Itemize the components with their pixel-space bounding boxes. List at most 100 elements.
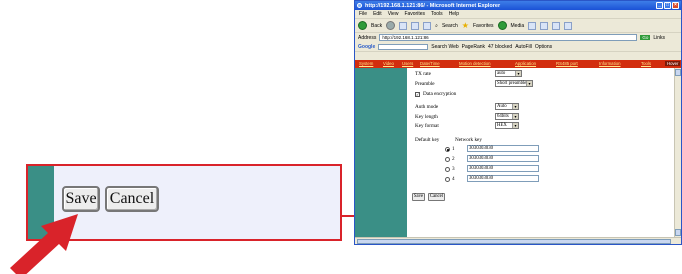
chevron-down-icon: ▾ (512, 114, 518, 119)
key-3-input[interactable]: 3030303030 (467, 165, 539, 172)
tx-rate-value: auto (497, 71, 506, 76)
go-button[interactable]: Go (640, 35, 651, 40)
camera-nav-bar: System Video Users Date/Time Motion dete… (355, 60, 681, 68)
chevron-down-icon: ▾ (512, 123, 518, 128)
mail-icon[interactable] (540, 21, 549, 30)
favorites-label[interactable]: Favorites (473, 23, 494, 29)
media-icon[interactable] (497, 21, 507, 30)
close-icon[interactable]: × (672, 2, 679, 9)
media-label[interactable]: Media (511, 23, 525, 29)
nav-information[interactable]: Information (599, 61, 621, 66)
nav-hover[interactable]: Hover (665, 61, 681, 66)
horizontal-scroll-thumb[interactable] (357, 239, 671, 244)
favorites-icon[interactable]: ★ (462, 21, 469, 30)
options-button[interactable]: Options (535, 44, 552, 50)
key-1-index: 1 (452, 146, 455, 152)
network-key-label: Network key (455, 137, 482, 143)
tx-rate-select[interactable]: auto ▾ (495, 70, 522, 77)
nav-datetime[interactable]: Date/Time (420, 61, 440, 66)
key-4-input[interactable]: 3030303030 (467, 175, 539, 182)
key-format-value: HEX (497, 123, 507, 128)
vertical-scrollbar[interactable] (674, 68, 681, 237)
pointer-arrow-icon (10, 214, 78, 274)
nav-rs485-port[interactable]: RS485 port (556, 61, 578, 66)
preamble-label: Preamble (415, 81, 435, 87)
key-4-index: 4 (452, 176, 455, 182)
key-length-value: 64bits (497, 114, 509, 119)
tx-rate-label: TX rate (415, 71, 431, 77)
nav-tools[interactable]: Tools (641, 61, 651, 66)
home-icon[interactable] (423, 21, 432, 30)
chevron-down-icon: ▾ (512, 104, 518, 109)
key-3-index: 3 (452, 166, 455, 172)
chevron-down-icon: ▾ (515, 71, 521, 76)
auth-mode-value: Auto (497, 104, 507, 109)
google-search-button[interactable]: Search Web (431, 44, 458, 50)
key-1-input[interactable]: 3030303030 (467, 145, 539, 152)
history-icon[interactable] (528, 21, 537, 30)
ie-icon (357, 3, 362, 8)
refresh-icon[interactable] (411, 21, 420, 30)
key-format-select[interactable]: HEX ▾ (495, 122, 519, 129)
menu-view[interactable]: View (388, 11, 399, 17)
key-format-label: Key format (415, 123, 439, 129)
page-content: TX rate auto ▾ Preamble Short preamble ▾ ✓… (355, 68, 674, 237)
back-icon[interactable] (358, 21, 367, 30)
minimize-icon[interactable]: _ (656, 2, 663, 9)
back-label[interactable]: Back (371, 23, 382, 29)
menu-help[interactable]: Help (449, 11, 459, 17)
toolbar: Back ⌕ Search ★ Favorites Media (355, 18, 681, 33)
data-encryption-checkbox[interactable]: ✓ (415, 92, 420, 97)
key-3-radio[interactable] (445, 167, 450, 172)
horizontal-scrollbar[interactable] (355, 237, 681, 244)
forward-icon[interactable] (386, 21, 396, 30)
folder-icon[interactable] (564, 21, 573, 30)
address-label: Address (358, 34, 377, 41)
stop-icon[interactable] (399, 21, 408, 30)
cancel-button[interactable]: Cancel (428, 193, 445, 201)
key-1-radio[interactable] (445, 147, 450, 152)
key-length-label: Key length (415, 114, 438, 120)
nav-video[interactable]: Video (383, 61, 394, 66)
search-label[interactable]: Search (442, 23, 458, 29)
chevron-down-icon: ▾ (526, 81, 532, 86)
links-label[interactable]: Links (653, 35, 665, 41)
nav-motion-detection[interactable]: Motion detection (459, 61, 491, 66)
popup-blocked-label[interactable]: 47 blocked (488, 44, 512, 50)
google-toolbar: Google Search Web PageRank 47 blocked Au… (355, 42, 681, 52)
address-input[interactable]: http://192.168.1.121:86 (379, 34, 638, 41)
menu-tools[interactable]: Tools (431, 11, 443, 17)
nav-users[interactable]: Users (402, 61, 413, 66)
autofill-button[interactable]: AutoFill (515, 44, 532, 50)
google-logo: Google (358, 43, 376, 50)
preamble-select[interactable]: Short preamble ▾ (495, 80, 533, 87)
scroll-down-icon[interactable] (675, 229, 681, 236)
pagerank-label: PageRank (461, 43, 486, 50)
print-icon[interactable] (552, 21, 561, 30)
teal-sidebar (355, 68, 407, 237)
key-4-radio[interactable] (445, 177, 450, 182)
window-title: http://192.168.1.121:86/ - Microsoft Int… (365, 2, 501, 9)
auth-mode-label: Auth mode (415, 104, 439, 110)
browser-window: http://192.168.1.121:86/ - Microsoft Int… (354, 0, 682, 245)
default-key-label: Default key (415, 137, 440, 143)
search-icon[interactable]: ⌕ (435, 23, 438, 29)
preamble-value: Short preamble (497, 81, 527, 86)
maximize-icon[interactable]: □ (664, 2, 671, 9)
nav-system[interactable]: System (359, 61, 373, 66)
auth-mode-select[interactable]: Auto ▾ (495, 103, 519, 110)
key-2-input[interactable]: 3030303030 (467, 155, 539, 162)
google-search-input[interactable] (378, 43, 429, 50)
data-encryption-label: Data encryption (423, 91, 457, 97)
address-bar: Address http://192.168.1.121:86 Go Links (355, 33, 681, 42)
menu-bar: File Edit View Favorites Tools Help (355, 10, 681, 18)
save-button[interactable]: Save (412, 193, 425, 201)
menu-edit[interactable]: Edit (373, 11, 382, 17)
menu-file[interactable]: File (359, 11, 367, 17)
menu-favorites[interactable]: Favorites (404, 11, 425, 17)
key-2-radio[interactable] (445, 157, 450, 162)
title-bar: http://192.168.1.121:86/ - Microsoft Int… (355, 1, 681, 10)
scroll-up-icon[interactable] (675, 69, 681, 76)
nav-application[interactable]: Application (515, 61, 536, 66)
key-length-select[interactable]: 64bits ▾ (495, 113, 519, 120)
